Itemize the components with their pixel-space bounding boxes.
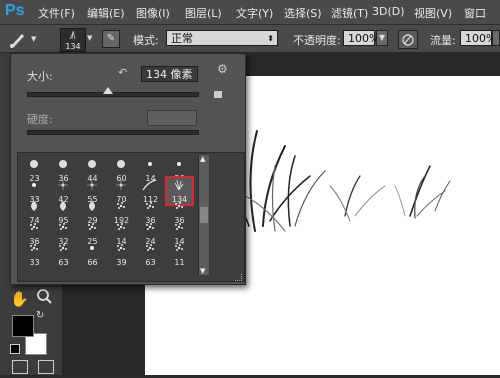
swap-colors-icon[interactable]: ↻ [36,310,44,321]
pressure-opacity-icon[interactable] [398,30,418,49]
brush-tip-leaf-icon [51,199,76,216]
size-slider[interactable] [27,87,199,97]
flow-dropdown-icon[interactable] [492,30,500,46]
quick-mask-icon[interactable] [12,360,28,374]
brush-size-label: 66 [87,258,98,267]
brush-tip-dot-icon [80,241,105,258]
mode-label: 模式: [133,34,159,47]
opacity-label: 不透明度: [293,34,341,47]
brush-tip-dot-icon [138,157,163,174]
menu-item[interactable]: 窗口 [464,5,486,21]
brush-picker-arrow-icon[interactable]: ▼ [87,34,92,42]
brush-tip-speckle-icon [109,199,134,216]
mode-select[interactable]: 正常 ⬍ [166,30,278,46]
brush-preset-picker[interactable]: 134 [60,28,86,52]
menu-item[interactable]: 图层(L) [185,5,222,21]
brush-size-readout: 134 [65,42,81,51]
brush-preset[interactable]: 63 [51,241,76,267]
menu-item[interactable]: 3D(D) [372,5,405,18]
brush-tip-star-icon [80,178,105,195]
brush-tip-dot-icon [22,178,47,195]
panel-resize-grip-icon[interactable] [235,274,242,281]
menu-bar: Ps 文件(F) 编辑(E) 图像(I) 图层(L) 文字(Y) 选择(S) 滤镜(T) 3D… [0,0,500,25]
menu-item[interactable]: 文字(Y) [236,5,273,21]
mode-value: 正常 [171,32,193,45]
hardness-label: 硬度: [27,113,53,126]
brush-tip-blob-icon [51,157,76,174]
options-bar: ▼ 134 ▼ ✎ 模式: 正常 ⬍ 不透明度: 100% ▼ 流量: 100% [0,25,500,53]
brush-tip-speckle-icon [138,220,163,237]
brush-tip-dot-icon [167,157,192,174]
panel-settings-gear-icon[interactable]: ⚙ [217,62,228,76]
brush-preset[interactable]: 66 [80,241,105,267]
brush-tip-star-icon [109,178,134,195]
menu-item[interactable]: 编辑(E) [87,5,125,21]
brush-preset[interactable]: 33 [22,241,47,267]
brush-tip-blob-icon [80,157,105,174]
brush-tip-speckle-icon [22,220,47,237]
flow-label: 流量: [430,34,456,47]
zoom-tool-icon[interactable] [36,288,52,304]
new-preset-icon[interactable] [214,91,222,98]
reset-size-icon[interactable]: ↶ [118,66,127,79]
brush-tip-blob-icon [109,157,134,174]
tool-preset-arrow-icon[interactable]: ▼ [31,35,36,43]
size-slider-thumb[interactable] [102,87,113,94]
brush-size-label: 63 [58,258,69,267]
opacity-input[interactable]: 100% [343,30,379,46]
brush-tip-speckle-icon [167,241,192,258]
brush-preset[interactable]: 63 [138,241,163,267]
brush-size-label: 11 [174,258,185,267]
menu-item[interactable]: 滤镜(T) [331,5,368,21]
opacity-dropdown-icon[interactable]: ▼ [376,30,388,46]
brush-preset-panel: 大小: ↶ 134 像素 ⚙ 硬度: 233644601426334255701… [10,53,246,285]
menu-item[interactable]: 选择(S) [284,5,322,21]
foreground-color-swatch[interactable] [12,315,34,337]
brush-preset-grid: 2336446014263342557011213474952919236363… [17,152,245,282]
size-input[interactable]: 134 像素 [141,66,198,82]
screen-mode-icon[interactable] [38,360,54,374]
hand-tool-icon[interactable]: ✋ [10,290,29,308]
brush-tip-speckle-icon [109,241,134,258]
hardness-slider [27,130,199,135]
brush-tip-speckle-icon [167,220,192,237]
scroll-thumb[interactable] [200,207,208,223]
scroll-up-icon[interactable]: ▲ [200,155,205,163]
brush-size-label: 33 [29,258,40,267]
brush-tip-speckle-icon [109,220,134,237]
brush-panel-toggle-icon[interactable]: ✎ [102,30,120,48]
preset-scrollbar[interactable]: ▲ ▼ [198,155,209,275]
brush-tip-speckle-icon [51,220,76,237]
brush-tool-icon[interactable] [8,29,28,49]
scroll-down-icon[interactable]: ▼ [200,267,205,275]
brush-size-label: 39 [116,258,127,267]
brush-tip-leaf-icon [80,199,105,216]
brush-size-label: 63 [145,258,156,267]
brush-tip-grass-icon [167,178,192,195]
chevron-updown-icon: ⬍ [267,34,274,43]
brush-tip-star-icon [51,178,76,195]
hardness-input [147,110,197,126]
brush-tip-speckle-icon [80,220,105,237]
menu-item[interactable]: 文件(F) [38,5,75,21]
brush-tip-speckle-icon [138,199,163,216]
menu-item[interactable]: 图像(I) [136,5,170,21]
brush-tip-leaf-icon [22,199,47,216]
menu-item[interactable]: 视图(V) [414,5,452,21]
brush-tip-stroke-icon [138,178,163,195]
default-colors-icon[interactable] [10,344,20,354]
brush-preset[interactable]: 11 [167,241,192,267]
brush-tip-speckle-icon [167,199,192,216]
brush-tip-speckle-icon [51,241,76,258]
brush-preset[interactable]: 39 [109,241,134,267]
size-label: 大小: [27,70,53,83]
app-logo: Ps [5,2,25,19]
flow-input[interactable]: 100% [460,30,496,46]
brush-tip-blob-icon [22,157,47,174]
brush-tip-speckle-icon [22,241,47,258]
brush-tip-speckle-icon [138,241,163,258]
